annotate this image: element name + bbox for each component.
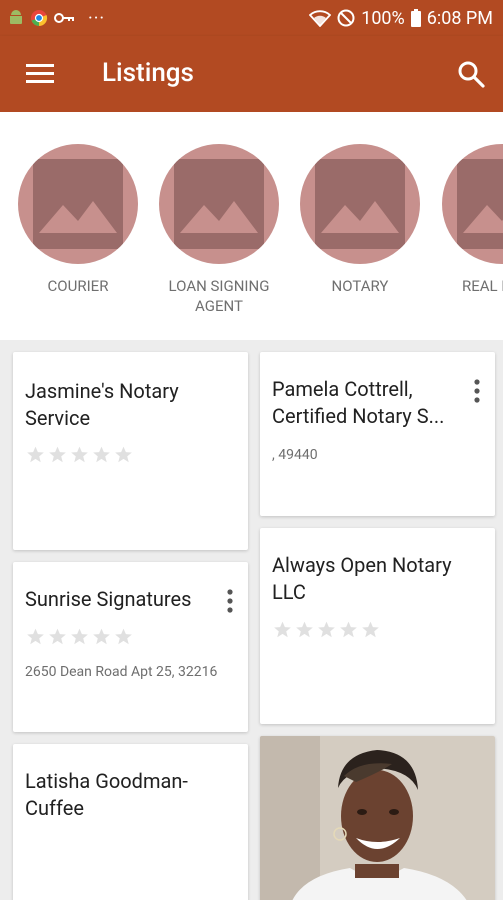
page-title: Listings: [102, 58, 194, 88]
category-image: [159, 144, 279, 264]
category-real-estate-agent[interactable]: REAL E AGE: [432, 144, 503, 296]
listing-card-photo[interactable]: [260, 736, 495, 900]
star-icon: [115, 446, 132, 463]
rating-stars[interactable]: [26, 445, 133, 464]
category-courier[interactable]: COURIER: [8, 144, 148, 296]
listing-overflow-button[interactable]: [222, 588, 238, 614]
profile-photo: [260, 736, 495, 900]
listing-title: Always Open Notary LLC: [272, 553, 452, 604]
category-label: COURIER: [47, 277, 109, 295]
listing-overflow-button[interactable]: [469, 378, 485, 404]
chrome-icon: [31, 10, 48, 27]
star-icon: [49, 446, 66, 463]
category-image: [442, 144, 503, 264]
android-icon: [10, 10, 22, 24]
category-label: NOTARY: [331, 277, 389, 295]
category-loan-signing-agent[interactable]: LOAN SIGNING AGENT: [149, 144, 289, 316]
category-image: [300, 144, 420, 264]
key-icon: [54, 13, 74, 23]
more-vert-icon: [474, 379, 480, 403]
more-vert-icon: [227, 589, 233, 613]
wifi-icon: [309, 10, 332, 27]
more-notifications: ···: [88, 7, 106, 29]
listing-card-always-open-notary[interactable]: Always Open Notary LLC: [260, 528, 495, 724]
star-icon: [71, 446, 88, 463]
battery-icon: [410, 9, 421, 27]
listing-title: Pamela Cottrell, Certified Notary S...: [272, 377, 445, 428]
image-placeholder-icon: [33, 159, 123, 249]
status-bar: ··· 100% 6:08 PM: [0, 0, 503, 36]
status-left: ···: [8, 6, 105, 30]
star-icon: [93, 446, 110, 463]
star-icon: [49, 628, 66, 645]
star-icon: [318, 621, 335, 638]
star-icon: [71, 628, 88, 645]
app-bar: Listings: [0, 36, 503, 112]
listing-card-jasmines-notary[interactable]: Jasmine's Notary Service: [13, 352, 248, 550]
category-label: REAL E AGE: [461, 277, 503, 295]
listing-title: Latisha Goodman-Cuffee: [25, 769, 188, 820]
category-image: [18, 144, 138, 264]
listing-card-latisha-goodman-cuffee[interactable]: Latisha Goodman-Cuffee: [13, 744, 248, 900]
search-button[interactable]: [457, 60, 485, 88]
category-strip[interactable]: COURIER LOAN SIGNING AGENT NOTARY REAL: [0, 112, 503, 340]
battery-percent: 100%: [361, 7, 405, 29]
star-icon: [115, 628, 132, 645]
category-label: LOAN SIGNING AGENT: [168, 277, 270, 315]
menu-button[interactable]: [26, 62, 56, 86]
image-placeholder-icon: [315, 159, 405, 249]
star-icon: [274, 621, 291, 638]
status-right: 100% 6:08 PM: [309, 6, 493, 30]
listing-address: 2650 Dean Road Apt 25, 32216: [25, 664, 218, 680]
hamburger-menu-icon: [26, 64, 54, 83]
rating-stars[interactable]: [26, 627, 133, 646]
search-icon: [458, 61, 485, 88]
listing-card-sunrise-signatures[interactable]: Sunrise Signatures 2650 Dean Road Apt 25…: [13, 562, 248, 732]
listing-title: Sunrise Signatures: [25, 587, 192, 611]
category-notary[interactable]: NOTARY: [290, 144, 430, 296]
image-placeholder-icon: [174, 159, 264, 249]
clock: 6:08 PM: [426, 7, 493, 29]
star-icon: [362, 621, 379, 638]
star-icon: [340, 621, 357, 638]
listings-content: COURIER LOAN SIGNING AGENT NOTARY REAL J…: [0, 112, 503, 900]
do-not-disturb-icon: [337, 9, 355, 27]
star-icon: [296, 621, 313, 638]
star-icon: [93, 628, 110, 645]
star-icon: [27, 446, 44, 463]
listing-title: Jasmine's Notary Service: [25, 379, 179, 430]
image-placeholder-icon: [457, 159, 503, 249]
star-icon: [27, 628, 44, 645]
listing-address: , 49440: [272, 447, 318, 463]
listing-card-pamela-cottrell[interactable]: Pamela Cottrell, Certified Notary S... ,…: [260, 352, 495, 516]
rating-stars[interactable]: [273, 620, 380, 639]
